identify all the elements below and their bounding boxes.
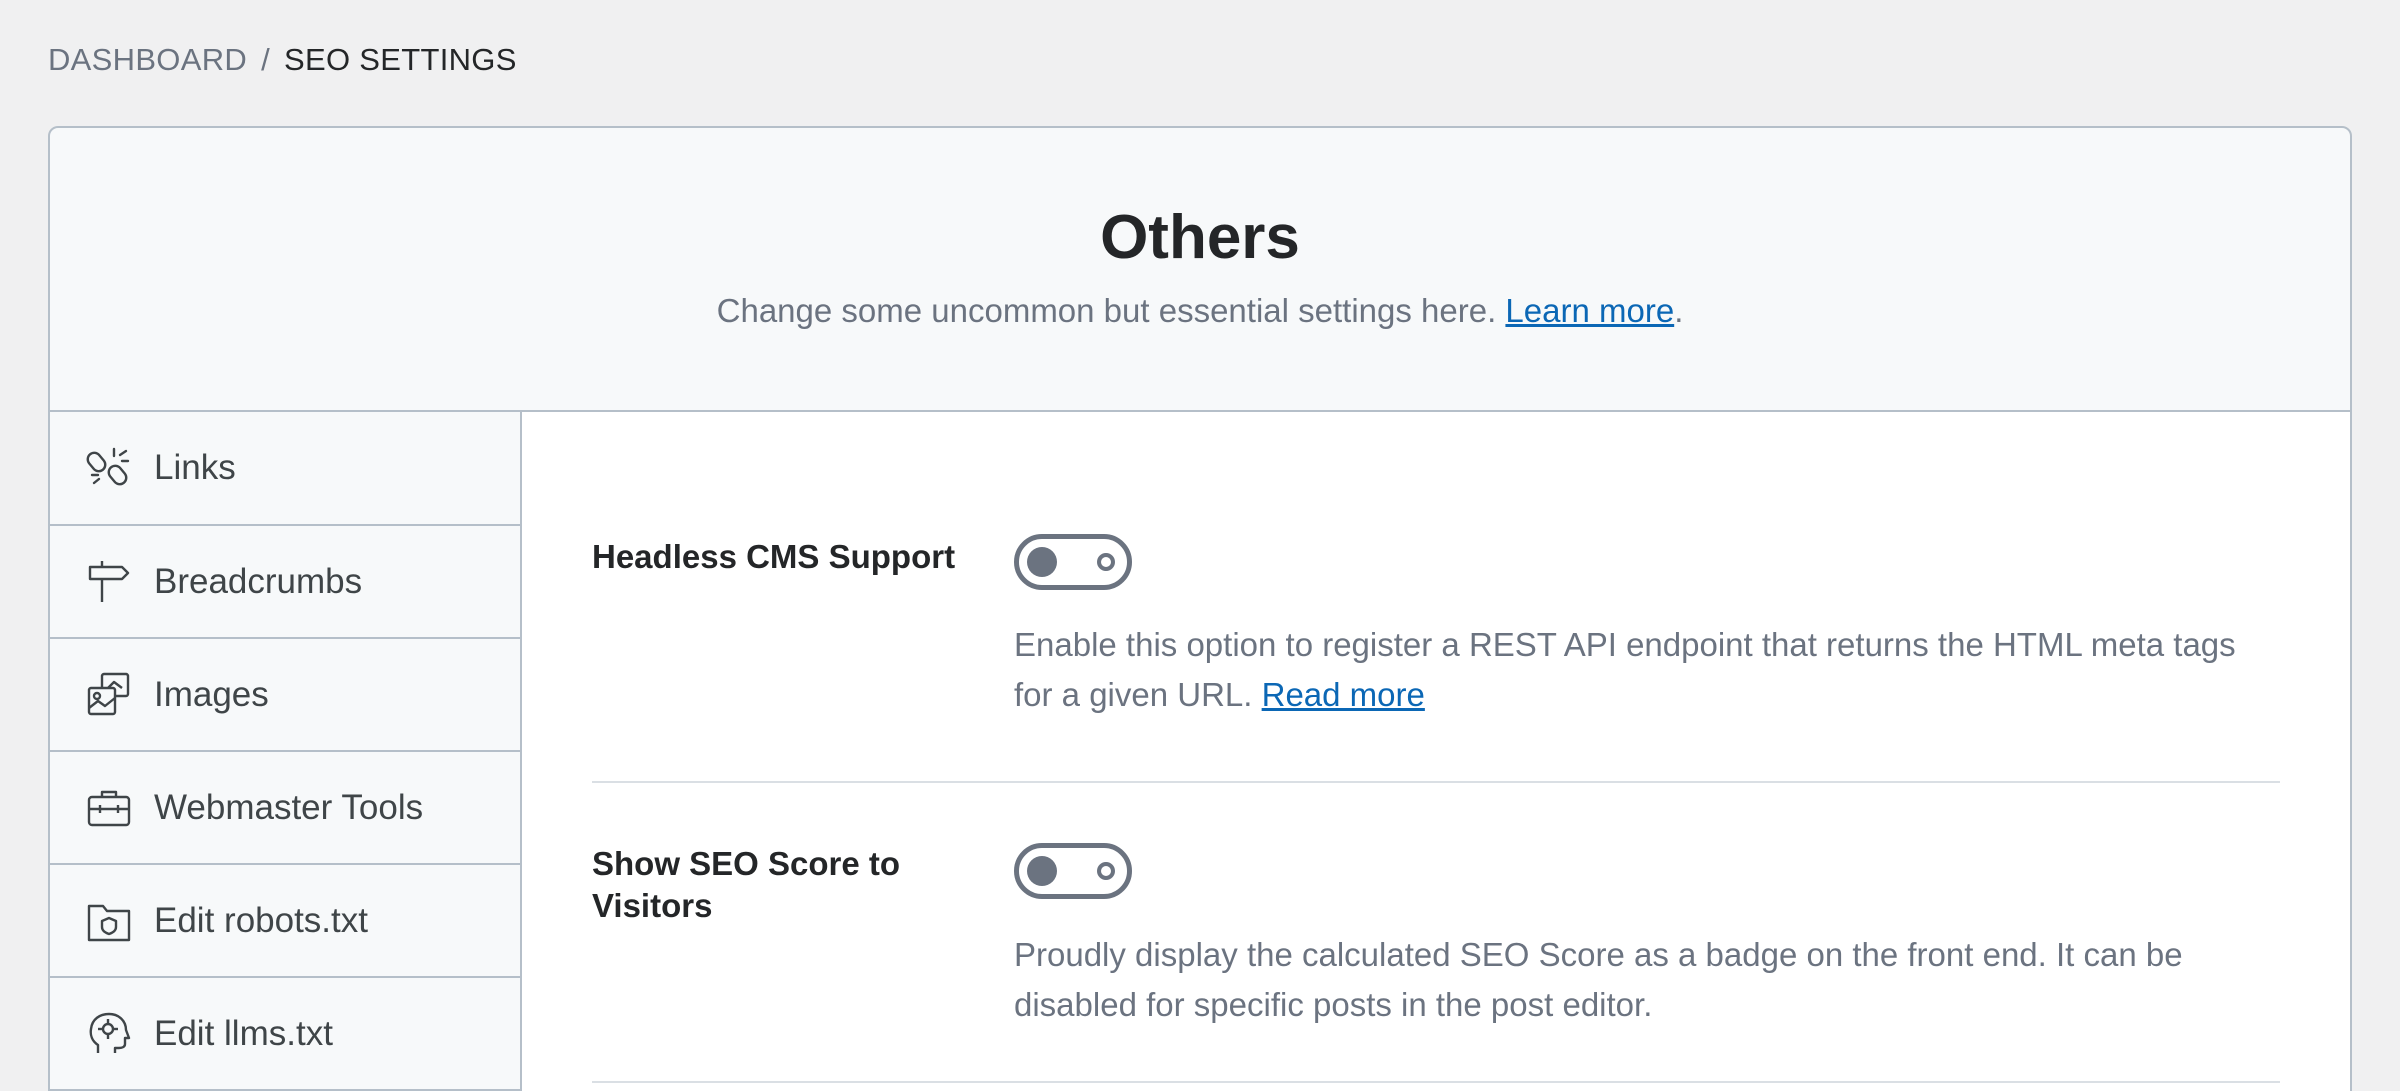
toggle-off-indicator [1097, 862, 1115, 880]
sidebar-item-label: Images [154, 674, 269, 714]
toggle-knob [1027, 856, 1057, 886]
headless-cms-toggle[interactable] [1014, 534, 1132, 590]
sidebar-item-edit-robots[interactable]: Edit robots.txt [50, 865, 520, 978]
setting-headless-cms: Headless CMS Support Enable this option … [592, 534, 2280, 783]
page-description-text: Change some uncommon but essential setti… [716, 292, 1497, 329]
sidebar-item-webmaster-tools[interactable]: Webmaster Tools [50, 752, 520, 865]
page-description: Change some uncommon but essential setti… [50, 292, 2350, 330]
sidebar-item-images[interactable]: Images [50, 639, 520, 752]
settings-sidebar: Links Breadcrumbs Images Webmaster Tools… [50, 412, 522, 1091]
sidebar-item-edit-llms[interactable]: Edit llms.txt [50, 978, 520, 1091]
setting-show-seo-score: Show SEO Score to Visitors Proudly displ… [592, 783, 2280, 1083]
show-seo-score-toggle[interactable] [1014, 843, 1132, 899]
setting-description-text: Enable this option to register a REST AP… [1014, 626, 2236, 713]
shield-file-icon [84, 896, 134, 946]
sidebar-item-breadcrumbs[interactable]: Breadcrumbs [50, 526, 520, 639]
images-icon [84, 670, 134, 720]
sidebar-item-label: Edit llms.txt [154, 1013, 333, 1053]
breadcrumb-separator: / [261, 42, 270, 77]
breadcrumb-current: SEO SETTINGS [284, 42, 517, 77]
description-period: . [1674, 292, 1684, 329]
sidebar-item-label: Webmaster Tools [154, 787, 424, 827]
settings-content: Headless CMS Support Enable this option … [522, 412, 2350, 1091]
settings-panel: Others Change some uncommon but essentia… [48, 126, 2352, 1091]
sidebar-item-label: Links [154, 448, 236, 487]
page-title: Others [1100, 203, 1300, 272]
breadcrumb-dashboard-link[interactable]: DASHBOARD [48, 42, 247, 78]
sidebar-item-links[interactable]: Links [50, 412, 520, 526]
toggle-knob [1027, 547, 1057, 577]
setting-label: Show SEO Score to Visitors [592, 845, 901, 924]
toolbox-icon [84, 783, 134, 833]
setting-label: Headless CMS Support [592, 538, 956, 575]
read-more-link[interactable]: Read more [1262, 676, 1425, 713]
panel-header: Others Change some uncommon but essentia… [50, 128, 2350, 412]
panel-body: Links Breadcrumbs Images Webmaster Tools… [50, 412, 2350, 1091]
setting-description: Enable this option to register a REST AP… [1014, 620, 2280, 720]
sidebar-item-label: Breadcrumbs [154, 561, 363, 601]
toggle-off-indicator [1097, 553, 1115, 571]
link-icon [84, 443, 134, 493]
learn-more-link[interactable]: Learn more [1505, 292, 1674, 329]
breadcrumb: DASHBOARD / SEO SETTINGS [48, 42, 517, 78]
setting-description: Proudly display the calculated SEO Score… [1014, 936, 2183, 1023]
ai-head-icon [84, 1009, 134, 1059]
sidebar-item-label: Edit robots.txt [154, 900, 368, 940]
signpost-icon [84, 557, 134, 607]
